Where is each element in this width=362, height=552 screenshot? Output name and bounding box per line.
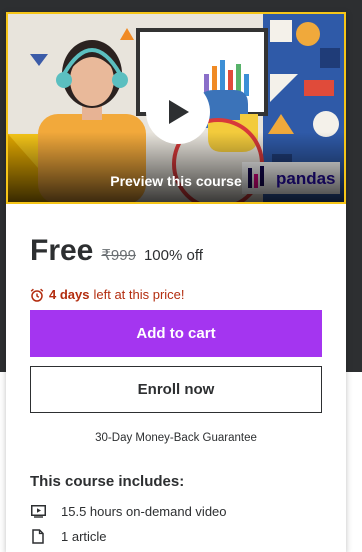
price-row: Free ₹999 100% off	[30, 234, 203, 268]
money-back-guarantee: 30-Day Money-Back Guarantee	[95, 432, 257, 444]
current-price: Free	[30, 234, 94, 267]
add-to-cart-button[interactable]: Add to cart	[30, 310, 322, 357]
play-button[interactable]	[146, 80, 210, 144]
play-icon	[169, 100, 189, 124]
enroll-now-button[interactable]: Enroll now	[30, 366, 322, 413]
purchase-card: pandas Preview this course Free ₹999 100…	[6, 12, 346, 552]
preview-label: Preview this course	[110, 173, 242, 189]
timer-highlight: 4 days	[49, 287, 90, 302]
price-timer: 4 days left at this price!	[30, 287, 185, 302]
timer-text: left at this price!	[93, 287, 185, 302]
include-item-label: 15.5 hours on-demand video	[61, 504, 227, 519]
includes-title: This course includes:	[30, 473, 185, 490]
original-price: ₹999	[101, 247, 136, 264]
course-preview[interactable]: pandas Preview this course	[6, 12, 346, 204]
include-item-video: 15.5 hours on-demand video	[30, 504, 227, 519]
discount-percent: 100% off	[143, 247, 203, 264]
video-icon	[30, 505, 46, 518]
alarm-clock-icon	[30, 288, 44, 302]
